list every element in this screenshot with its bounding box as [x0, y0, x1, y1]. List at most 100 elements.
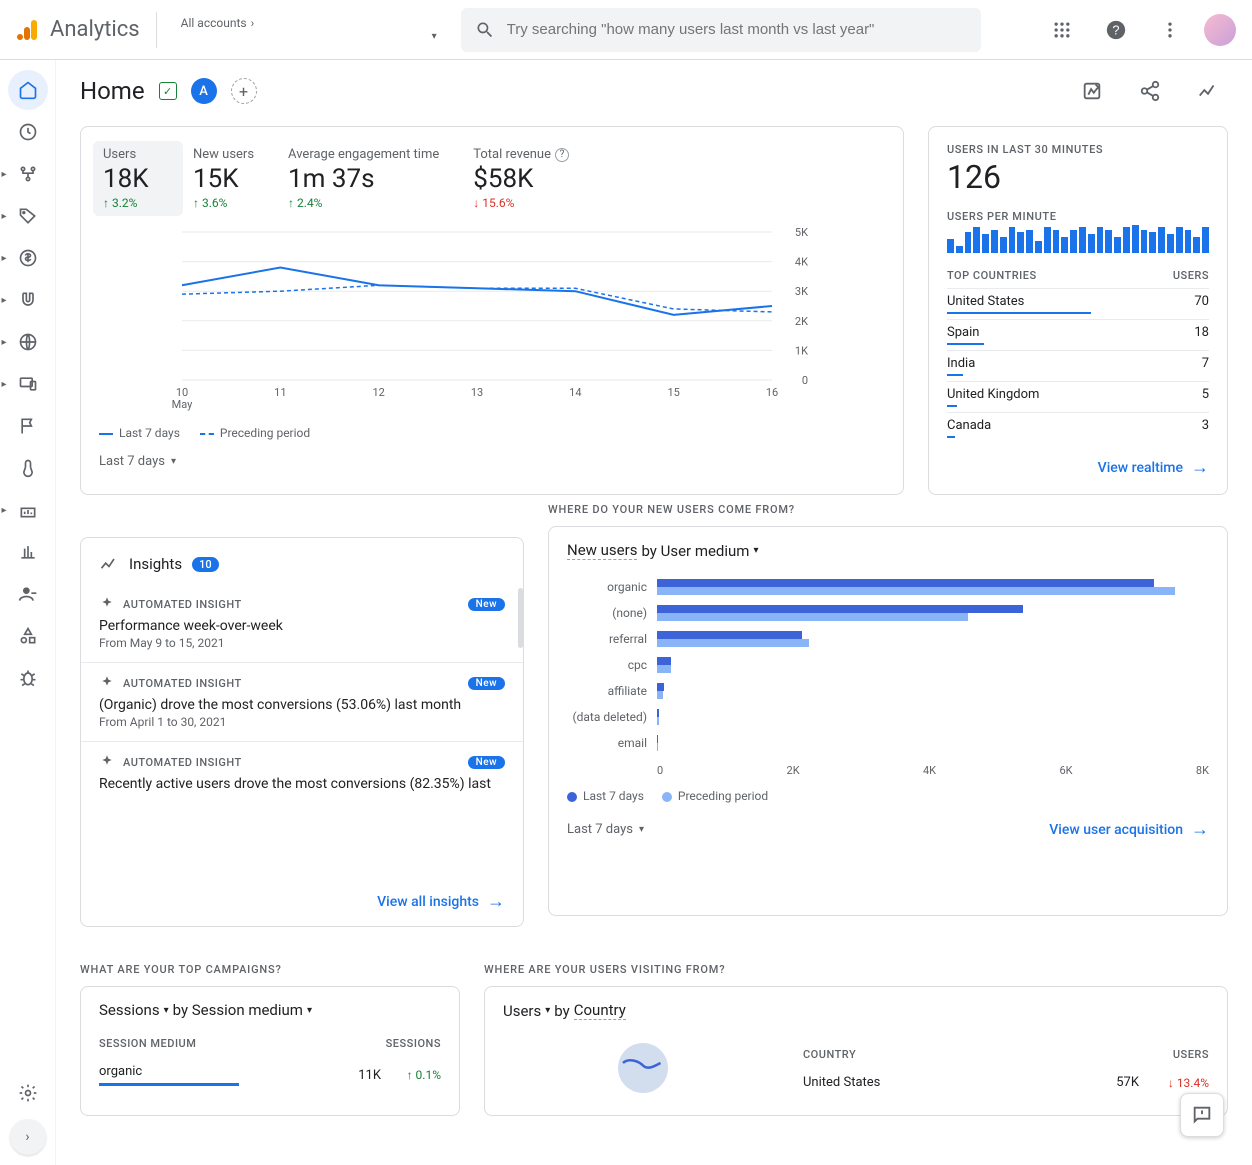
nav-monetization[interactable]: ▸	[8, 238, 48, 278]
nav-realtime[interactable]	[8, 112, 48, 152]
view-insights-link[interactable]: View all insights	[81, 891, 523, 912]
geo-col2: USERS	[1173, 1048, 1209, 1061]
nav-debug[interactable]	[8, 658, 48, 698]
account-line: All accounts	[181, 16, 247, 30]
caret-icon: ▾	[307, 1005, 312, 1016]
user-minus-icon	[18, 584, 38, 604]
devices-icon	[18, 374, 38, 394]
geo-rows: United States57K13.4%	[803, 1067, 1209, 1098]
geo-by: by	[554, 1002, 569, 1020]
nav-tech[interactable]: ▸	[8, 364, 48, 404]
acq-legend-prev: Preceding period	[678, 789, 768, 803]
metric-tile-users[interactable]: Users18K3.2%	[93, 141, 183, 216]
more-icon[interactable]	[1150, 10, 1190, 50]
metric-tile-average-engagement-time[interactable]: Average engagement time1m 37s2.4%	[278, 141, 463, 216]
feedback-button[interactable]	[1180, 1093, 1224, 1137]
rt-country-list: United States70Spain18India7United Kingd…	[947, 288, 1209, 443]
insight-item[interactable]: AUTOMATED INSIGHTNewPerformance week-ove…	[81, 584, 523, 663]
insights-icon[interactable]	[1188, 71, 1228, 111]
home-icon	[18, 80, 38, 100]
svg-text:May: May	[172, 398, 194, 411]
acq-axis: 02K4K6K8K	[657, 764, 1209, 777]
add-segment-button[interactable]: +	[231, 78, 257, 104]
rt-sparkline	[947, 225, 1209, 253]
geo-row[interactable]: United States57K13.4%	[803, 1067, 1209, 1098]
search-bar[interactable]	[461, 8, 981, 52]
segment-chip[interactable]: A	[191, 78, 217, 104]
nav-engagement[interactable]	[8, 448, 48, 488]
nav-demographics[interactable]: ▸	[8, 322, 48, 362]
nav-expand[interactable]: ›	[10, 1119, 46, 1155]
nav-events[interactable]: ▸	[8, 196, 48, 236]
customize-icon[interactable]	[1072, 71, 1112, 111]
search-input[interactable]	[507, 21, 967, 38]
globe-placeholder-icon	[613, 1038, 673, 1098]
acq-dim-by: by User medium	[641, 542, 749, 560]
insights-spark-icon	[99, 554, 119, 574]
insights-count: 10	[192, 557, 219, 572]
gear-icon	[18, 1083, 38, 1103]
product-logo[interactable]: Analytics	[16, 12, 157, 48]
geo-dim-selector[interactable]: Users▾ by Country	[503, 1001, 626, 1020]
camp-dim-selector[interactable]: Sessions▾ by Session medium▾	[99, 1001, 312, 1019]
country-row[interactable]: United Kingdom5	[947, 381, 1209, 412]
chevron-icon: ▸	[2, 337, 7, 348]
nav-rail: ▸ ▸ ▸ ▸ ▸ ▸ ▸ ›	[0, 60, 56, 1165]
country-row[interactable]: Canada3	[947, 412, 1209, 443]
svg-text:0: 0	[802, 374, 808, 387]
branch-icon	[18, 164, 38, 184]
nav-user[interactable]	[8, 574, 48, 614]
nav-admin[interactable]	[8, 1073, 48, 1113]
nav-retention[interactable]: ▸	[8, 490, 48, 530]
acq-dim-selector[interactable]: New users by User medium ▾	[567, 541, 759, 560]
nav-lifecycle[interactable]: ▸	[8, 154, 48, 194]
chevron-icon: ▸	[2, 505, 7, 516]
country-row[interactable]: Spain18	[947, 319, 1209, 350]
nav-library[interactable]	[8, 532, 48, 572]
geo-dim: Country	[574, 1001, 626, 1020]
nav-explore[interactable]	[8, 616, 48, 656]
overview-range-selector[interactable]: Last 7 days	[81, 446, 903, 469]
insight-item[interactable]: AUTOMATED INSIGHTNew(Organic) drove the …	[81, 663, 523, 742]
nav-home[interactable]	[8, 70, 48, 110]
geo-col1: COUNTRY	[803, 1048, 856, 1061]
camp-col1: SESSION MEDIUM	[99, 1037, 196, 1050]
country-row[interactable]: United States70	[947, 288, 1209, 319]
legend-prev: Preceding period	[200, 426, 310, 440]
insight-list: AUTOMATED INSIGHTNewPerformance week-ove…	[81, 584, 523, 804]
chevron-icon: ▸	[2, 379, 7, 390]
rt-users-label: USERS IN LAST 30 MINUTES	[947, 143, 1209, 156]
acq-legend-current: Last 7 days	[583, 789, 644, 803]
apps-icon[interactable]	[1042, 10, 1082, 50]
feedback-icon	[1191, 1104, 1213, 1126]
help-icon[interactable]: ?	[1096, 10, 1136, 50]
chevron-right-icon: ›	[251, 16, 255, 30]
svg-text:12: 12	[372, 386, 384, 399]
campaign-row[interactable]: organic11K0.1%	[99, 1056, 441, 1090]
user-avatar[interactable]	[1204, 14, 1236, 46]
share-icon[interactable]	[1130, 71, 1170, 111]
product-name: Analytics	[50, 17, 140, 42]
country-row[interactable]: India7	[947, 350, 1209, 381]
caret-icon: ▾	[545, 1005, 550, 1016]
page-header: Home ✓ A +	[80, 60, 1228, 122]
overview-card: Users18K3.2%New users15K3.6%Average enga…	[80, 126, 904, 495]
svg-text:13: 13	[471, 386, 483, 399]
dollar-icon	[18, 248, 38, 268]
rt-users-col: USERS	[1173, 269, 1209, 282]
insight-item[interactable]: AUTOMATED INSIGHTNewRecently active user…	[81, 742, 523, 804]
metric-tile-total-revenue[interactable]: Total revenue ?$58K15.6%	[463, 141, 593, 216]
scrollbar[interactable]	[518, 588, 523, 648]
chevron-right-icon: ›	[25, 1129, 29, 1145]
nav-conversions[interactable]	[8, 406, 48, 446]
acq-range-selector[interactable]: Last 7 days	[567, 822, 644, 837]
view-acquisition-link[interactable]: View user acquisition	[1049, 819, 1209, 840]
insights-title: Insights	[129, 555, 182, 573]
metric-tile-new-users[interactable]: New users15K3.6%	[183, 141, 278, 216]
account-selector[interactable]: All accounts› ▾	[169, 16, 449, 44]
tag-icon	[18, 206, 38, 226]
svg-text:1K: 1K	[795, 344, 808, 357]
rt-permin-label: USERS PER MINUTE	[947, 210, 1209, 223]
view-realtime-link[interactable]: View realtime	[947, 457, 1209, 478]
nav-acquisition[interactable]: ▸	[8, 280, 48, 320]
